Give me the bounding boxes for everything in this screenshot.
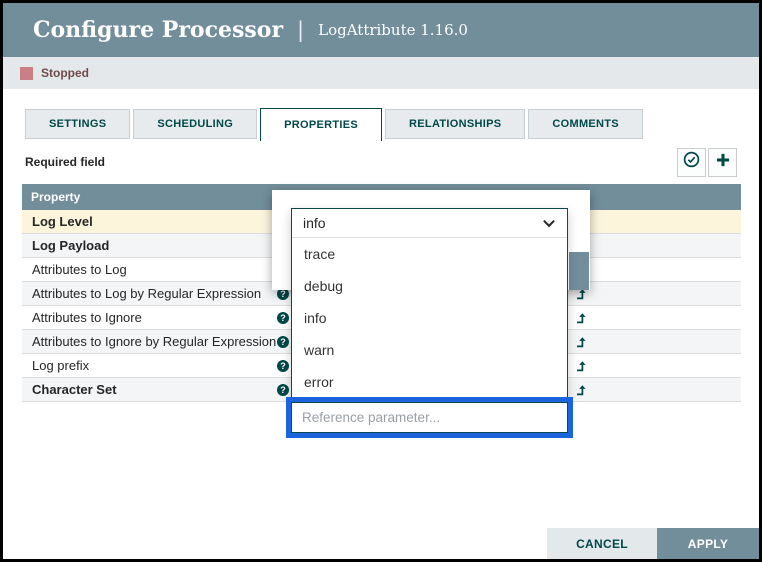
goto-parameter-icon[interactable] [575,336,587,348]
status-bar: Stopped [3,57,759,89]
goto-parameter-icon[interactable] [575,360,587,372]
tab-comments[interactable]: COMMENTS [528,109,643,139]
dropdown-option[interactable]: warn [292,334,567,366]
dialog-footer: CANCEL APPLY [547,528,759,559]
property-name: Log Payload [22,238,109,253]
processor-type-version: LogAttribute 1.16.0 [318,21,468,39]
cancel-button[interactable]: CANCEL [547,528,657,559]
dropdown-option[interactable]: debug [292,270,567,302]
property-name: Log Level [22,214,93,229]
property-name: Attributes to Log by Regular Expression [22,286,261,301]
circle-check-icon [683,151,700,173]
help-icon[interactable]: ? [277,384,289,396]
dropdown-options: tracedebuginfowarnerror [292,238,567,398]
help-icon[interactable]: ? [277,336,289,348]
property-name: Attributes to Ignore by Regular Expressi… [22,334,276,349]
tab-settings[interactable]: SETTINGS [25,109,130,139]
tab-relationships[interactable]: RELATIONSHIPS [385,109,525,139]
goto-parameter-icon[interactable] [575,312,587,324]
stopped-status-icon [20,67,33,80]
tab-properties[interactable]: PROPERTIES [260,108,382,141]
required-field-label: Required field [25,155,105,169]
reference-parameter-input[interactable] [291,402,568,433]
dialog-title: Configure Processor [33,17,283,43]
configure-processor-dialog: Configure Processor | LogAttribute 1.16.… [0,0,762,562]
help-icon[interactable]: ? [277,312,289,324]
dropdown-scrollbar-thumb[interactable] [569,252,589,290]
chevron-down-icon [543,215,555,231]
table-actions [677,148,737,177]
plus-icon [716,153,730,172]
log-level-combo: info tracedebuginfowarnerror [291,208,568,399]
dialog-header: Configure Processor | LogAttribute 1.16.… [3,3,759,57]
title-separator: | [297,18,304,42]
property-name: Character Set [22,382,117,397]
status-label: Stopped [41,66,89,80]
dropdown-option[interactable]: trace [292,238,567,270]
apply-button[interactable]: APPLY [657,528,759,559]
property-name: Attributes to Log [22,262,127,277]
selected-value: info [303,215,326,231]
goto-parameter-icon[interactable] [575,384,587,396]
tab-scheduling[interactable]: SCHEDULING [133,109,257,139]
property-name: Attributes to Ignore [22,310,142,325]
help-icon[interactable]: ? [277,360,289,372]
dropdown-option[interactable]: info [292,302,567,334]
required-field-row: Required field [25,147,737,177]
add-property-button[interactable] [708,148,737,177]
reference-parameter-focus-ring [286,397,573,438]
dropdown-option[interactable]: error [292,366,567,398]
verify-properties-button[interactable] [677,148,706,177]
tabs: SETTINGSSCHEDULINGPROPERTIESRELATIONSHIP… [25,106,759,139]
property-name: Log prefix [22,358,89,373]
log-level-select[interactable]: info [292,209,567,238]
